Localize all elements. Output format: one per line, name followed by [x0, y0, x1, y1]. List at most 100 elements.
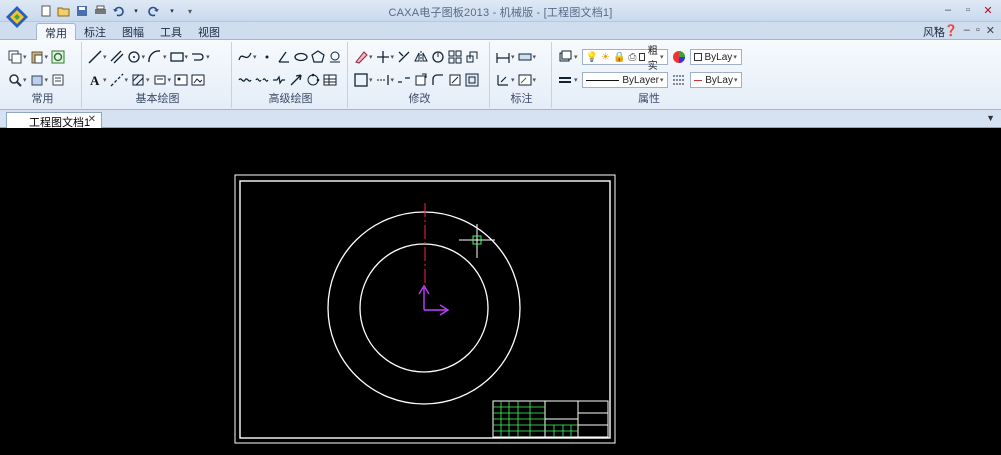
break-icon[interactable] [397, 73, 411, 87]
mirror-icon[interactable] [414, 50, 428, 64]
select-window-icon[interactable] [354, 73, 368, 87]
offset-icon[interactable] [465, 73, 479, 87]
group-label-properties: 属性 [638, 93, 660, 105]
annotate-row-2: ▾ ▾ [496, 73, 536, 87]
help-icon[interactable]: ❓ [944, 24, 958, 37]
tab-view[interactable]: 视图 [190, 23, 228, 40]
lineweight-icon[interactable] [672, 73, 686, 87]
ribbon-panel: ▾ ▾ ▾ ▾ 常用 ▾ ▾ ▾ ▾ ▾ A ▾ ▾ ▾ ▾ 基本绘图 ▾ 高级… [0, 40, 1001, 110]
insert-object-icon[interactable] [191, 73, 205, 87]
print-preview-icon[interactable] [51, 73, 65, 87]
extend-icon[interactable] [376, 73, 390, 87]
zoom-icon[interactable] [8, 73, 22, 87]
double-wave-icon[interactable] [255, 73, 269, 87]
properties-row-1: ▾ 💡 ☀ 🔒 ⎙ 粗实 ▾ ByLay ▾ [558, 46, 742, 72]
rectangle-icon[interactable] [169, 50, 184, 64]
group-common: ▾ ▾ ▾ ▾ 常用 [4, 42, 82, 108]
layer-state-box[interactable]: 💡 ☀ 🔒 ⎙ 粗实 ▾ [581, 46, 668, 72]
group-annotate: ▾ ▾ ▾ ▾ 标注 [492, 42, 552, 108]
tolerance-icon[interactable] [496, 73, 510, 87]
angle-line-icon[interactable] [277, 50, 291, 64]
properties-row-2: ▾ ByLayer ▾ ByLay ▾ [558, 72, 742, 88]
tab-sheet[interactable]: 图幅 [114, 23, 152, 40]
linetype-value: ByLayer [622, 74, 659, 86]
linetype-secondary-select[interactable]: ByLay ▾ [689, 72, 742, 88]
linewidth-value: 粗实 [647, 46, 658, 72]
explode-icon[interactable] [448, 73, 462, 87]
group-label-common: 常用 [31, 93, 54, 105]
rotate-icon[interactable] [431, 50, 445, 64]
tab-tools[interactable]: 工具 [152, 23, 190, 40]
centerhole-icon[interactable] [328, 50, 342, 64]
stretch-icon[interactable] [414, 73, 428, 87]
common-row-2: ▾ ▾ [8, 73, 65, 87]
line-icon[interactable] [88, 50, 102, 64]
spline-icon[interactable] [238, 50, 252, 64]
centerline-icon[interactable] [110, 73, 124, 87]
block-icon[interactable] [153, 73, 167, 87]
ribbon-restore-icon[interactable]: ▫ [976, 24, 980, 37]
tab-dimension[interactable]: 标注 [76, 23, 114, 40]
array-icon[interactable] [448, 50, 462, 64]
image-icon[interactable] [174, 73, 188, 87]
annotate-row-1: ▾ ▾ [496, 50, 536, 64]
scale-icon[interactable] [465, 50, 479, 64]
arrow-icon[interactable] [289, 73, 303, 87]
dimension-icon[interactable] [496, 50, 510, 64]
dimension-style-icon[interactable] [518, 50, 532, 64]
lightbulb-icon: 💡 [585, 51, 598, 63]
circle-icon[interactable] [127, 50, 141, 64]
linetype-select[interactable]: ByLayer ▾ [581, 72, 668, 88]
caxa-logo-icon[interactable] [4, 4, 30, 30]
document-tab[interactable]: 工程图文档1 ✕ [6, 112, 102, 129]
style-dropdown-icon[interactable]: ▾ [934, 24, 938, 37]
color-wheel-icon[interactable] [672, 50, 686, 64]
copy-icon[interactable] [8, 50, 22, 64]
ucs-icon [418, 284, 450, 316]
layer-color-swatch [639, 53, 645, 61]
group-properties: ▾ 💡 ☀ 🔒 ⎙ 粗实 ▾ ByLay ▾ ▾ ByLayer ▾ ByLay… [554, 42, 744, 108]
text-icon[interactable]: A [88, 73, 102, 87]
document-close-icon[interactable]: ✕ [88, 114, 96, 125]
title-block[interactable] [492, 400, 609, 438]
parallel-line-icon[interactable] [110, 50, 124, 64]
close-icon[interactable]: ✕ [979, 2, 997, 18]
table-icon[interactable] [323, 73, 337, 87]
wave-line-icon[interactable] [238, 73, 252, 87]
tab-right-icons: ▾ ❓ – ▫ ✕ [934, 24, 995, 37]
drawing-svg [234, 174, 616, 444]
ribbon-close-icon[interactable]: ✕ [986, 24, 995, 37]
basic-draw-row-1: ▾ ▾ ▾ ▾ ▾ [88, 50, 210, 64]
ellipse-icon[interactable] [293, 50, 308, 64]
leader-icon[interactable] [518, 73, 532, 87]
minimize-icon[interactable]: – [939, 2, 957, 18]
document-list-dropdown-icon[interactable]: ▼ [986, 113, 995, 123]
printer-small-icon: ⎙ [628, 51, 637, 63]
paste-icon[interactable] [30, 50, 44, 64]
erase-icon[interactable] [354, 50, 368, 64]
arc-icon[interactable] [148, 50, 162, 64]
polyline-icon[interactable] [191, 50, 205, 64]
refresh-icon[interactable] [51, 50, 65, 64]
hatch-icon[interactable] [131, 73, 145, 87]
restore-icon[interactable]: ▫ [959, 2, 977, 18]
lock-icon: 🔒 [612, 51, 626, 63]
title-bar: ▾ ▾ ▾ CAXA电子图板2013 - 机械版 - [工程图文档1] – ▫ … [0, 0, 1001, 22]
polygon-icon[interactable] [310, 50, 325, 64]
trim-icon[interactable] [397, 50, 411, 64]
linetype-list-icon[interactable] [558, 73, 572, 87]
window-controls: – ▫ ✕ [939, 2, 997, 18]
move-icon[interactable] [376, 50, 390, 64]
circle-array-icon[interactable] [306, 73, 320, 87]
color-select[interactable]: ByLay ▾ [689, 49, 742, 65]
layer-manager-icon[interactable] [558, 50, 572, 64]
break-line-icon[interactable] [272, 73, 286, 87]
color-swatch [693, 53, 702, 61]
ribbon-minimize-icon[interactable]: – [964, 24, 970, 37]
properties-icon[interactable] [30, 73, 44, 87]
fillet-icon[interactable] [431, 73, 445, 87]
group-label-modify: 修改 [408, 93, 431, 105]
point-icon[interactable] [260, 50, 274, 64]
tab-common[interactable]: 常用 [36, 23, 76, 40]
drawing-canvas[interactable] [0, 128, 1001, 455]
